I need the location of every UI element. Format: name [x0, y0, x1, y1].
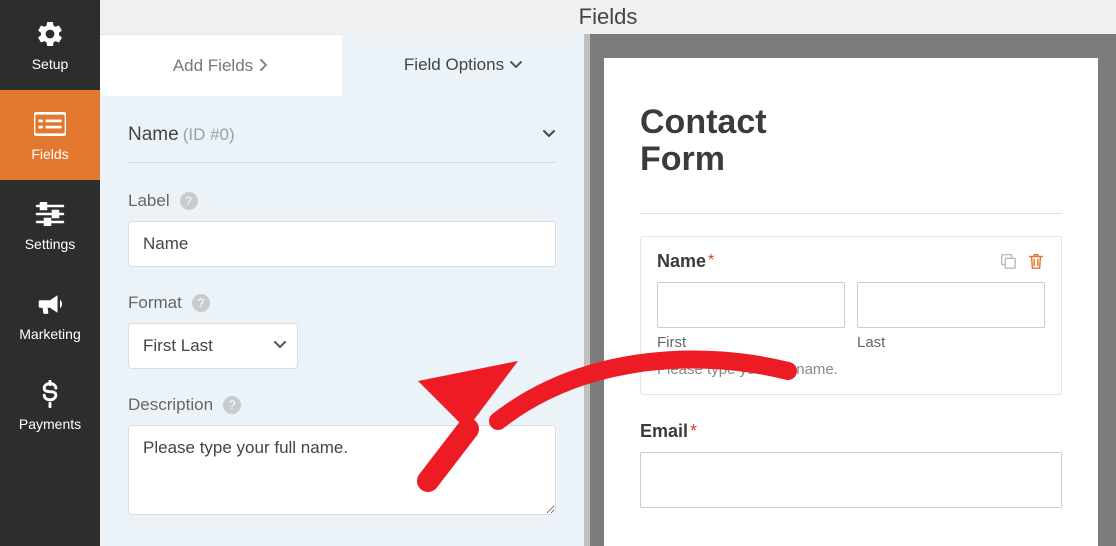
help-icon[interactable]: ? [223, 396, 241, 414]
first-name-input[interactable] [657, 282, 845, 328]
sub-label-last: Last [857, 334, 1045, 351]
field-group-description: Description ? [128, 395, 556, 520]
bullhorn-icon [34, 288, 66, 320]
required-star: * [690, 421, 697, 442]
required-star: * [708, 252, 714, 270]
preview-field-email[interactable]: Email * [640, 421, 1062, 508]
sidebar: Setup Fields Settings Marketing Payments [0, 0, 100, 546]
field-label: Name [657, 251, 706, 272]
tabs: Add Fields Field Options [100, 34, 584, 96]
panel-heading-id: (ID #0) [183, 125, 235, 145]
nav-label-settings: Settings [25, 236, 76, 252]
sliders-icon [34, 198, 66, 230]
tab-field-options-label: Field Options [404, 55, 504, 75]
sub-label-first: First [657, 334, 845, 351]
field-label-row: Format ? [128, 293, 556, 313]
duplicate-icon[interactable] [999, 252, 1017, 270]
preview-card: Contact Form Name * [604, 58, 1098, 546]
field-group-format: Format ? [128, 293, 556, 369]
chevron-down-icon [510, 55, 522, 75]
topbar-title: Fields [579, 4, 638, 30]
form-title: Contact Form [640, 104, 1062, 179]
name-grid: First Last [657, 282, 1045, 351]
panel-heading[interactable]: Name (ID #0) [128, 124, 556, 163]
nav-item-marketing[interactable]: Marketing [0, 270, 100, 360]
dollar-icon [34, 378, 66, 410]
nav-label-fields: Fields [31, 146, 68, 162]
field-label-row: Label ? [128, 191, 556, 211]
panel-body: Name (ID #0) Label ? [100, 96, 584, 546]
field-actions [999, 252, 1045, 270]
format-label-text: Format [128, 293, 182, 313]
preview-field-name[interactable]: Name * [640, 236, 1062, 395]
nav-label-marketing: Marketing [19, 326, 80, 342]
form-title-line2: Form [640, 140, 725, 178]
field-label: Email [640, 421, 688, 442]
field-header: Name * [657, 251, 1045, 272]
preview-area: Contact Form Name * [590, 34, 1116, 546]
email-input[interactable] [640, 452, 1062, 508]
format-select-wrap [128, 323, 298, 369]
fields-icon [34, 108, 66, 140]
field-label-row: Description ? [128, 395, 556, 415]
description-label-text: Description [128, 395, 213, 415]
last-name-input[interactable] [857, 282, 1045, 328]
chevron-right-icon [259, 56, 269, 76]
help-icon[interactable]: ? [192, 294, 210, 312]
form-title-line1: Contact [640, 103, 767, 141]
columns: Add Fields Field Options Name [100, 34, 1116, 546]
main: Fields Add Fields Field Options [100, 0, 1116, 546]
gear-icon [34, 18, 66, 50]
label-input[interactable] [128, 221, 556, 267]
trash-icon[interactable] [1027, 252, 1045, 270]
help-icon[interactable]: ? [180, 192, 198, 210]
format-select[interactable] [128, 323, 298, 369]
nav-item-settings[interactable]: Settings [0, 180, 100, 270]
nav-item-setup[interactable]: Setup [0, 0, 100, 90]
nav-item-fields[interactable]: Fields [0, 90, 100, 180]
topbar: Fields [100, 0, 1116, 34]
nav-label-setup: Setup [32, 56, 69, 72]
label-label-text: Label [128, 191, 170, 211]
tab-field-options[interactable]: Field Options [342, 34, 584, 96]
nav-label-payments: Payments [19, 416, 81, 432]
form-divider [640, 213, 1062, 214]
panel-heading-title: Name [128, 124, 179, 146]
field-description: Please type your full name. [657, 361, 1045, 378]
field-group-label: Label ? [128, 191, 556, 267]
description-textarea[interactable] [128, 425, 556, 515]
tab-add-fields[interactable]: Add Fields [100, 34, 342, 96]
tab-add-fields-label: Add Fields [173, 56, 253, 76]
nav-item-payments[interactable]: Payments [0, 360, 100, 450]
field-editor-panel: Add Fields Field Options Name [100, 34, 590, 546]
chevron-down-icon [542, 126, 556, 144]
